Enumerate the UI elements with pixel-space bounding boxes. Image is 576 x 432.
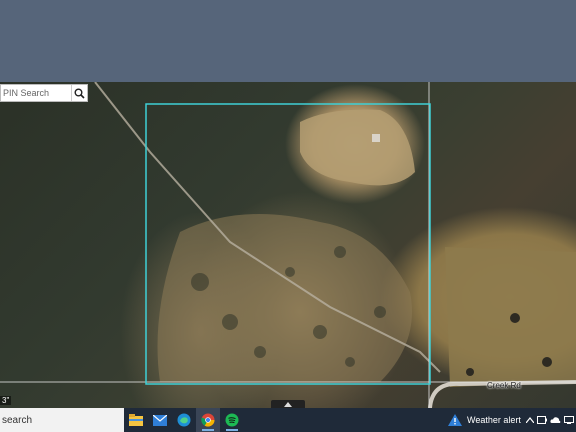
mail-icon [153, 414, 167, 426]
scale-label: 3" [0, 396, 12, 405]
weather-text: Weather alert [467, 415, 521, 425]
pin-search-box [0, 84, 88, 102]
edge-button[interactable] [172, 408, 196, 432]
aerial-map[interactable] [0, 82, 576, 408]
map-overlay [0, 82, 576, 408]
folder-icon [129, 414, 143, 426]
taskbar-search-text: search [2, 414, 33, 426]
file-explorer-button[interactable] [124, 408, 148, 432]
search-button[interactable] [71, 85, 87, 101]
chrome-icon [201, 413, 215, 427]
structure [372, 134, 380, 142]
cloud-icon[interactable] [550, 416, 561, 424]
warning-icon [448, 414, 462, 426]
clearing-south [157, 214, 412, 382]
mail-button[interactable] [148, 408, 172, 432]
edge-icon [177, 413, 191, 427]
chrome-button[interactable] [196, 408, 220, 432]
window-top-area [0, 0, 576, 82]
search-icon [74, 88, 85, 99]
spotify-button[interactable] [220, 408, 244, 432]
chevron-up-tray-icon[interactable] [526, 417, 534, 423]
weather-widget[interactable]: Weather alert [448, 408, 521, 432]
clearing-north [300, 109, 415, 186]
spotify-icon [225, 413, 239, 427]
taskbar-search[interactable]: search [0, 408, 124, 432]
pin-search-input[interactable] [1, 85, 71, 101]
network-icon[interactable] [564, 416, 574, 424]
battery-icon[interactable] [537, 416, 547, 424]
system-tray [526, 408, 574, 432]
road-label: Creek Rd [487, 381, 521, 390]
chevron-up-icon [284, 402, 292, 407]
